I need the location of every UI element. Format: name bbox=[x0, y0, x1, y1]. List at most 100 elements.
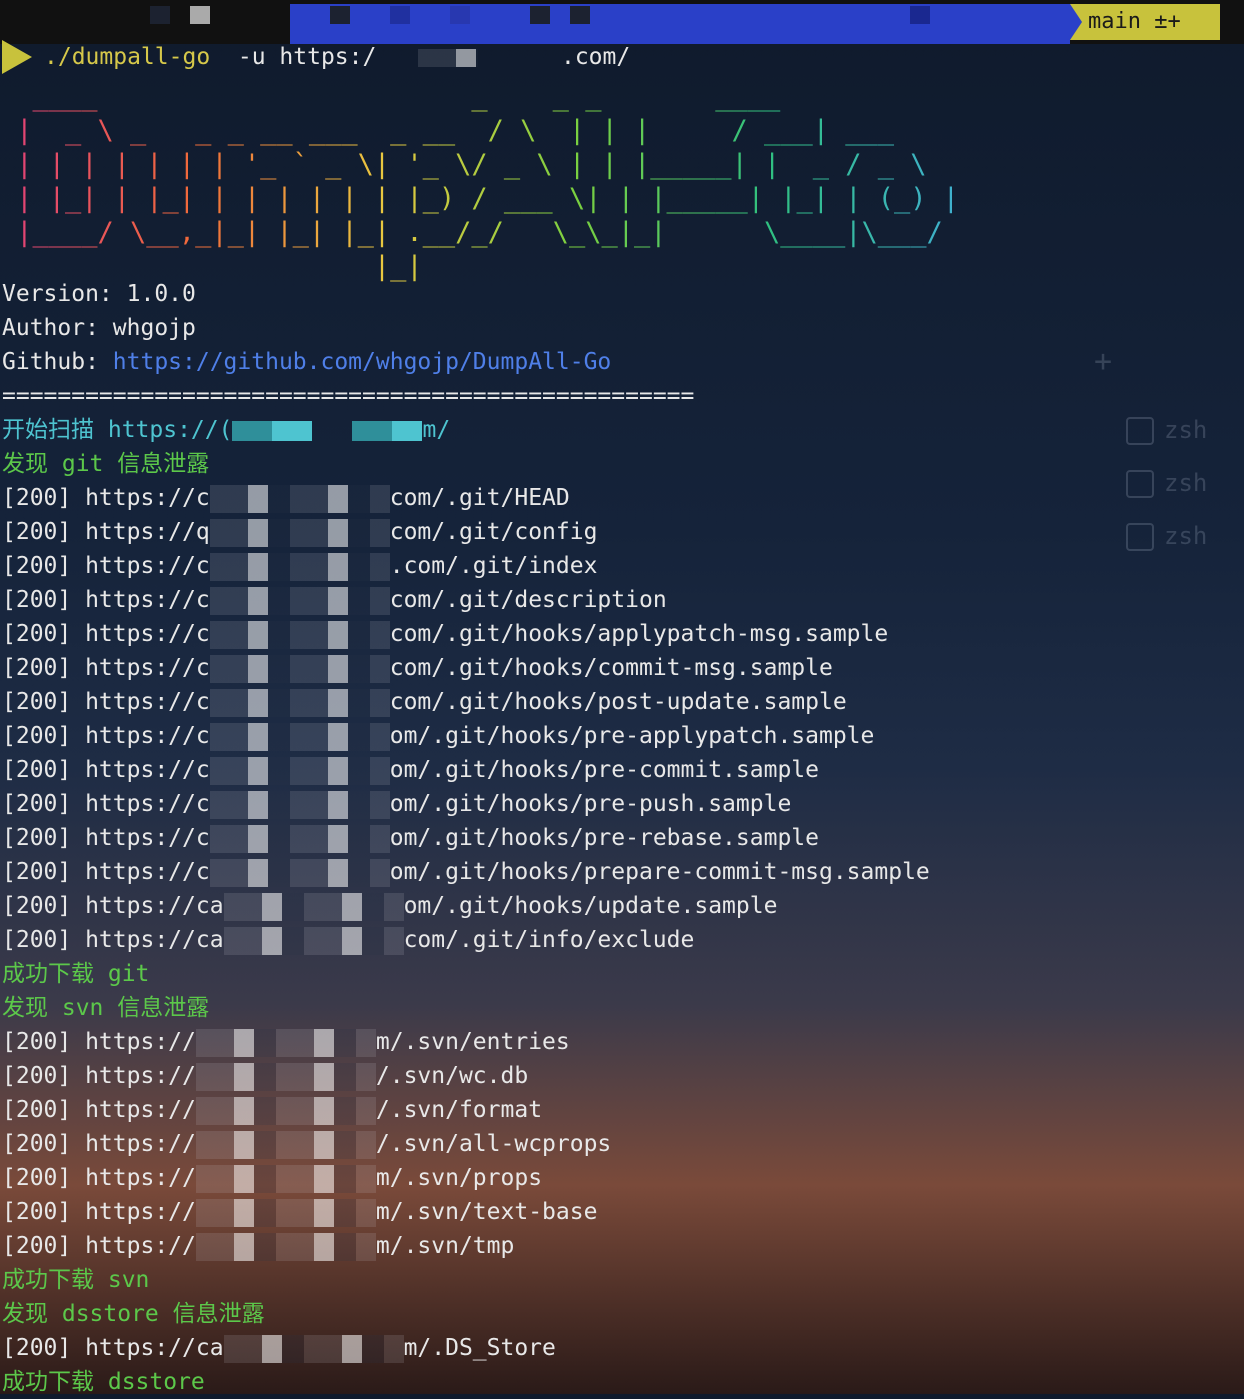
separator-line: ========================================… bbox=[2, 383, 695, 409]
result-url-suffix: /.svn/format bbox=[375, 1097, 543, 1123]
leak-found-line: 发现 git 信息泄露 bbox=[2, 451, 210, 477]
prompt-path-segment bbox=[290, 4, 1070, 44]
result-url-suffix: com/.git/config bbox=[389, 519, 598, 545]
redacted-url bbox=[195, 1232, 376, 1261]
redacted-url bbox=[209, 654, 390, 683]
scan-start-suffix: m/ bbox=[422, 417, 451, 443]
redacted-block bbox=[390, 6, 410, 24]
redacted-block bbox=[190, 6, 210, 24]
ascii-art-banner: ____ _ _ _ ____ | _ \ _ _ _ __ ___ _ __ … bbox=[0, 80, 959, 284]
result-url-prefix: [200] https://q bbox=[2, 519, 210, 545]
result-url-prefix: [200] https://c bbox=[2, 621, 210, 647]
result-url-prefix: [200] https:// bbox=[2, 1097, 196, 1123]
download-success-line: 成功下载 git bbox=[2, 961, 150, 987]
plus-icon: + bbox=[1094, 344, 1113, 379]
github-line: Github: https://github.com/whgojp/DumpAl… bbox=[2, 345, 930, 379]
leak-found-line: 发现 dsstore 信息泄露 bbox=[2, 1301, 265, 1327]
terminal-output: Version: 1.0.0 Author: whgojp Github: ht… bbox=[2, 277, 930, 1399]
scan-start-prefix: 开始扫描 https://( bbox=[2, 417, 233, 443]
result-url-suffix: m/.svn/text-base bbox=[375, 1199, 598, 1225]
terminal-icon bbox=[1126, 523, 1154, 551]
redacted-url bbox=[195, 1028, 376, 1057]
redacted-url bbox=[195, 1096, 376, 1125]
scan-start-line: 开始扫描 https://( m/ bbox=[2, 413, 930, 447]
git-branch-indicator: main ±+ bbox=[1070, 4, 1220, 40]
result-row: [200] https://q com/.git/config bbox=[2, 515, 930, 549]
redacted-url bbox=[195, 1164, 376, 1193]
leak-found-line: 发现 svn 信息泄露 bbox=[2, 995, 210, 1021]
side-tab-zsh[interactable]: zsh bbox=[1126, 518, 1236, 554]
result-url-suffix: m/.DS_Store bbox=[403, 1335, 556, 1361]
redacted-block bbox=[150, 6, 170, 24]
result-row: [200] https://c com/.git/hooks/post-updat… bbox=[2, 685, 930, 719]
branch-label: main ±+ bbox=[1088, 9, 1181, 34]
result-row: [200] https://c om/.git/hooks/prepare-com… bbox=[2, 855, 930, 889]
redacted-url bbox=[209, 586, 390, 615]
result-url-prefix: [200] https://c bbox=[2, 485, 210, 511]
download-success-line: 成功下载 svn bbox=[2, 1267, 150, 1293]
redacted-url bbox=[209, 688, 390, 717]
redacted-url bbox=[195, 1062, 376, 1091]
result-row: [200] https:// /.svn/wc.db bbox=[2, 1059, 930, 1093]
result-url-suffix: com/.git/HEAD bbox=[389, 485, 570, 511]
command-line[interactable]: ./dumpall-go -u https:/ .com/ bbox=[44, 40, 630, 74]
result-url-suffix: om/.git/hooks/pre-push.sample bbox=[389, 791, 792, 817]
result-url-prefix: [200] https:// bbox=[2, 1131, 196, 1157]
result-row: [200] https://c com/.git/hooks/applypatch… bbox=[2, 617, 930, 651]
result-url-suffix: /.svn/all-wcprops bbox=[375, 1131, 612, 1157]
redacted-url bbox=[209, 552, 390, 581]
top-prompt-bar: main ±+ bbox=[0, 0, 1244, 44]
side-tab-zsh[interactable]: zsh bbox=[1126, 412, 1236, 448]
redacted-url bbox=[223, 892, 404, 921]
result-url-suffix: om/.git/hooks/update.sample bbox=[403, 893, 778, 919]
terminal-icon bbox=[1126, 417, 1154, 445]
redacted-block bbox=[450, 6, 470, 24]
redacted-block bbox=[910, 6, 930, 24]
result-url-prefix: [200] https://ca bbox=[2, 927, 224, 953]
redacted-url bbox=[209, 484, 390, 513]
result-row: [200] https://c .com/.git/index bbox=[2, 549, 930, 583]
result-url-suffix: om/.git/hooks/prepare-commit-msg.sample bbox=[389, 859, 930, 885]
result-url-prefix: [200] https://c bbox=[2, 757, 210, 783]
result-url-prefix: [200] https://c bbox=[2, 587, 210, 613]
redacted-url bbox=[417, 48, 478, 67]
github-link[interactable]: https://github.com/whgojp/DumpAll-Go bbox=[113, 349, 612, 375]
result-url-suffix: com/.git/description bbox=[389, 587, 667, 613]
redacted-url bbox=[195, 1198, 376, 1227]
result-url-prefix: [200] https://c bbox=[2, 825, 210, 851]
result-url-prefix: [200] https://c bbox=[2, 553, 210, 579]
redacted-url bbox=[195, 1130, 376, 1159]
result-url-prefix: [200] https://c bbox=[2, 859, 210, 885]
result-url-prefix: [200] https:// bbox=[2, 1063, 196, 1089]
result-url-suffix: com/.git/info/exclude bbox=[403, 927, 695, 953]
result-url-suffix: m/.svn/props bbox=[375, 1165, 543, 1191]
result-url-suffix: /.svn/wc.db bbox=[375, 1063, 529, 1089]
result-url-suffix: om/.git/hooks/pre-applypatch.sample bbox=[389, 723, 875, 749]
result-row: [200] https://c om/.git/hooks/pre-push.sa… bbox=[2, 787, 930, 821]
github-label: Github: bbox=[2, 349, 113, 375]
redacted-block bbox=[530, 6, 550, 24]
result-url-suffix: com/.git/hooks/applypatch-msg.sample bbox=[389, 621, 889, 647]
result-url-prefix: [200] https:// bbox=[2, 1165, 196, 1191]
redacted-url bbox=[223, 926, 404, 955]
command-args-prefix: -u https:/ bbox=[210, 44, 377, 70]
result-row: [200] https://ca com/.git/info/exclude bbox=[2, 923, 930, 957]
redacted-url bbox=[209, 620, 390, 649]
side-tab-zsh[interactable]: zsh bbox=[1126, 465, 1236, 501]
redacted-url bbox=[223, 1334, 404, 1363]
redacted-block bbox=[570, 6, 590, 24]
result-url-suffix: .com/.git/index bbox=[389, 553, 598, 579]
author-line: Author: whgojp bbox=[2, 315, 196, 341]
redacted-url bbox=[209, 518, 390, 547]
redacted-url bbox=[209, 790, 390, 819]
result-row: [200] https://ca om/.git/hooks/update.sam… bbox=[2, 889, 930, 923]
result-url-prefix: [200] https://ca bbox=[2, 1335, 224, 1361]
result-url-suffix: com/.git/hooks/commit-msg.sample bbox=[389, 655, 833, 681]
result-url-prefix: [200] https://c bbox=[2, 655, 210, 681]
result-url-prefix: [200] https://ca bbox=[2, 893, 224, 919]
result-row: [200] https:// /.svn/format bbox=[2, 1093, 930, 1127]
command-args-suffix: .com/ bbox=[560, 44, 631, 70]
result-row: [200] https://c com/.git/hooks/commit-msg… bbox=[2, 651, 930, 685]
result-url-prefix: [200] https://c bbox=[2, 723, 210, 749]
redacted-url bbox=[209, 858, 390, 887]
